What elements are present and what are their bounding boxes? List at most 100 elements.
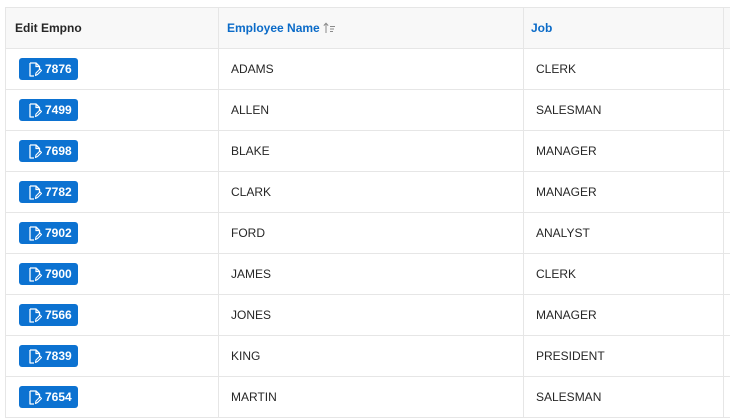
employee-name: MARTIN <box>231 390 277 404</box>
empno-label: 7839 <box>45 349 72 363</box>
table-header: Edit Empno Employee Name Job <box>5 7 730 49</box>
table-row: 7876 ADAMS CLERK <box>5 48 730 90</box>
column-header-sort-link[interactable]: Employee Name <box>219 21 336 35</box>
column-header-label: Edit Empno <box>15 21 82 35</box>
edit-employee-button[interactable]: 7566 <box>19 304 78 326</box>
report-grid: Edit Empno Employee Name Job 7876 ADAMS … <box>0 0 730 419</box>
table-row: 7839 KING PRESIDENT <box>5 335 730 377</box>
edit-employee-button[interactable]: 7698 <box>19 140 78 162</box>
edit-empno-cell: 7900 <box>5 253 219 295</box>
employee-name-cell: KING <box>218 335 524 377</box>
job-cell: SALESMAN <box>523 89 724 131</box>
edit-employee-button[interactable]: 7499 <box>19 99 78 121</box>
job-title: CLERK <box>536 267 577 281</box>
edit-empno-cell: 7654 <box>5 376 219 418</box>
job-cell: CLERK <box>523 253 724 295</box>
edit-empno-cell: 7902 <box>5 212 219 254</box>
empno-label: 7698 <box>45 144 72 158</box>
empno-label: 7654 <box>45 390 72 404</box>
edit-empno-cell: 7782 <box>5 171 219 213</box>
overflow-cell <box>723 171 730 213</box>
job-title: SALESMAN <box>536 390 602 404</box>
edit-document-icon <box>28 184 42 200</box>
edit-document-icon <box>28 225 42 241</box>
employee-name: KING <box>231 349 261 363</box>
overflow-cell <box>723 48 730 90</box>
table-row: 7698 BLAKE MANAGER <box>5 130 730 172</box>
edit-document-icon <box>28 143 42 159</box>
job-title: SALESMAN <box>536 103 602 117</box>
employee-name-cell: FORD <box>218 212 524 254</box>
edit-employee-button[interactable]: 7839 <box>19 345 78 367</box>
sort-ascending-icon <box>323 22 336 34</box>
edit-empno-cell: 7839 <box>5 335 219 377</box>
employee-name: JAMES <box>231 267 272 281</box>
employee-name-cell: JAMES <box>218 253 524 295</box>
employee-name-cell: BLAKE <box>218 130 524 172</box>
employee-name-cell: ALLEN <box>218 89 524 131</box>
column-header-label: Employee Name <box>227 21 320 35</box>
edit-employee-button[interactable]: 7900 <box>19 263 78 285</box>
job-title: MANAGER <box>536 308 597 322</box>
job-title: MANAGER <box>536 144 597 158</box>
edit-document-icon <box>28 389 42 405</box>
column-header-job[interactable]: Job <box>523 7 724 49</box>
overflow-cell <box>723 294 730 336</box>
job-title: ANALYST <box>536 226 590 240</box>
column-header-edit-empno: Edit Empno <box>5 7 219 49</box>
overflow-cell <box>723 335 730 377</box>
job-title: MANAGER <box>536 185 597 199</box>
edit-empno-cell: 7698 <box>5 130 219 172</box>
empno-label: 7902 <box>45 226 72 240</box>
job-cell: PRESIDENT <box>523 335 724 377</box>
edit-employee-button[interactable]: 7902 <box>19 222 78 244</box>
employee-name-cell: MARTIN <box>218 376 524 418</box>
table-row: 7782 CLARK MANAGER <box>5 171 730 213</box>
overflow-cell <box>723 89 730 131</box>
job-cell: SALESMAN <box>523 376 724 418</box>
job-cell: ANALYST <box>523 212 724 254</box>
employee-name: JONES <box>231 308 272 322</box>
job-cell: MANAGER <box>523 294 724 336</box>
job-title: PRESIDENT <box>536 349 605 363</box>
edit-document-icon <box>28 307 42 323</box>
table-row: 7900 JAMES CLERK <box>5 253 730 295</box>
overflow-cell <box>723 130 730 172</box>
empno-label: 7876 <box>45 62 72 76</box>
employee-name-cell: CLARK <box>218 171 524 213</box>
empno-label: 7499 <box>45 103 72 117</box>
column-header-employee-name[interactable]: Employee Name <box>218 7 524 49</box>
job-title: CLERK <box>536 62 577 76</box>
employee-name: FORD <box>231 226 265 240</box>
employee-table: Edit Empno Employee Name Job 7876 ADAMS … <box>5 7 730 418</box>
empno-label: 7900 <box>45 267 72 281</box>
employee-name-cell: JONES <box>218 294 524 336</box>
edit-document-icon <box>28 266 42 282</box>
header-row: Edit Empno Employee Name Job <box>5 7 730 49</box>
edit-empno-cell: 7499 <box>5 89 219 131</box>
overflow-cell <box>723 253 730 295</box>
overflow-cell <box>723 212 730 254</box>
edit-employee-button[interactable]: 7654 <box>19 386 78 408</box>
job-cell: MANAGER <box>523 130 724 172</box>
edit-document-icon <box>28 61 42 77</box>
job-cell: CLERK <box>523 48 724 90</box>
overflow-cell <box>723 376 730 418</box>
employee-name: ALLEN <box>231 103 270 117</box>
employee-name: ADAMS <box>231 62 274 76</box>
edit-employee-button[interactable]: 7876 <box>19 58 78 80</box>
table-row: 7566 JONES MANAGER <box>5 294 730 336</box>
table-row: 7654 MARTIN SALESMAN <box>5 376 730 418</box>
employee-name-cell: ADAMS <box>218 48 524 90</box>
job-cell: MANAGER <box>523 171 724 213</box>
edit-empno-cell: 7876 <box>5 48 219 90</box>
employee-name: CLARK <box>231 185 272 199</box>
edit-document-icon <box>28 102 42 118</box>
column-header-label[interactable]: Job <box>524 21 552 35</box>
table-body: 7876 ADAMS CLERK 7499 ALLEN SALESMAN 769… <box>5 48 730 418</box>
table-row: 7902 FORD ANALYST <box>5 212 730 254</box>
employee-name: BLAKE <box>231 144 270 158</box>
column-header-overflow <box>723 7 730 49</box>
empno-label: 7566 <box>45 308 72 322</box>
edit-employee-button[interactable]: 7782 <box>19 181 78 203</box>
